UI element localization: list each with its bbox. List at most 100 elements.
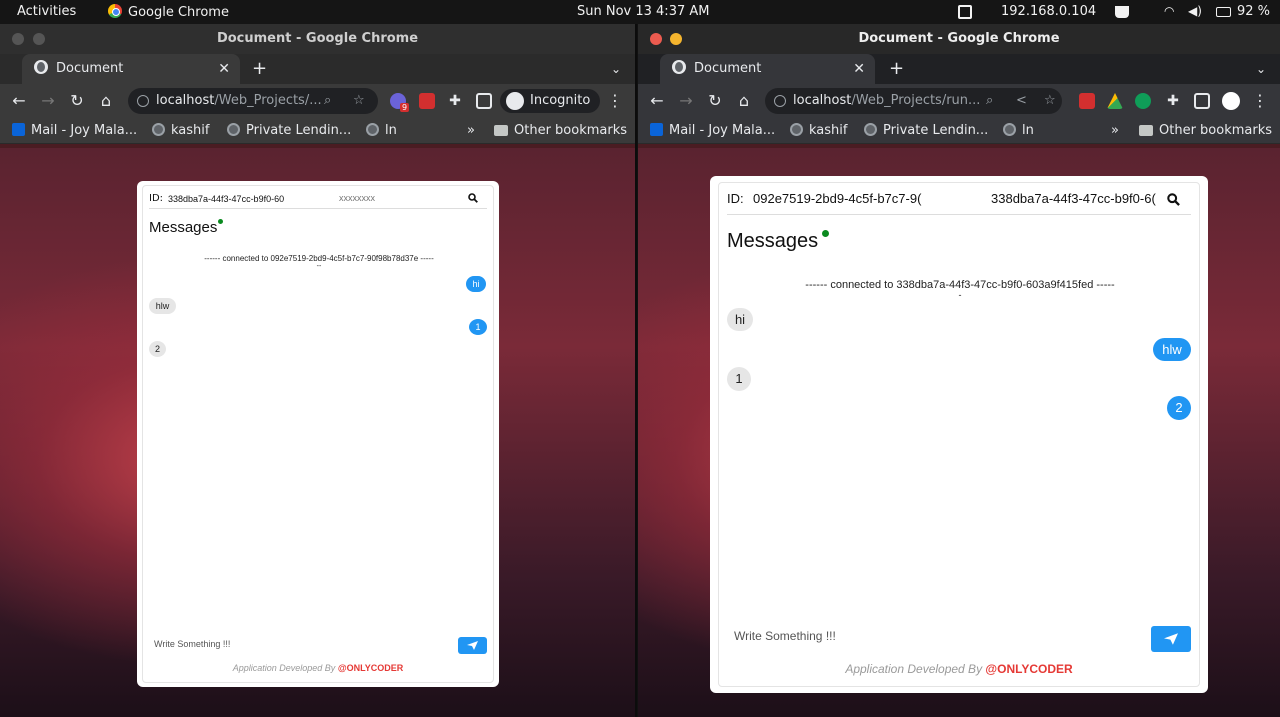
activities-button[interactable]: Activities [17, 4, 76, 19]
incognito-indicator[interactable]: Incognito [500, 89, 601, 113]
bookmark-kashif[interactable]: kashif [152, 123, 209, 138]
online-status-dot [218, 219, 223, 224]
search-icon[interactable] [468, 193, 478, 203]
my-peer-id[interactable]: 338dba7a-44f3-47cc-b9f0-60 [168, 194, 284, 204]
zoom-icon[interactable]: ⌕ [324, 88, 331, 114]
extension-icon-red[interactable] [419, 93, 435, 109]
page-viewport: ID: 092e7519-2bd9-4c5f-b7c7-9( Messages … [638, 148, 1280, 717]
other-bookmarks-label: Other bookmarks [1159, 123, 1273, 138]
footer-credit: Application Developed By [232, 663, 338, 673]
wifi-icon[interactable]: ◠ [1164, 4, 1174, 18]
reload-icon[interactable]: ↻ [66, 90, 88, 112]
my-peer-id[interactable]: 092e7519-2bd9-4c5f-b7c7-9( [753, 191, 923, 206]
forward-icon[interactable]: → [37, 90, 59, 112]
bookmark-ln[interactable]: ln [366, 123, 397, 138]
side-panel-icon[interactable] [476, 93, 492, 109]
globe-icon [34, 60, 48, 74]
home-icon[interactable]: ⌂ [733, 90, 755, 112]
bookmark-star-icon[interactable]: ☆ [353, 88, 365, 114]
extensions-puzzle-icon[interactable]: ✚ [444, 90, 466, 112]
paper-plane-icon [1164, 633, 1178, 645]
peer-id-input[interactable] [991, 188, 1163, 208]
tab-strip: Document ✕ + ⌄ [638, 54, 1280, 84]
search-icon[interactable] [1167, 193, 1180, 206]
minimize-window-button[interactable] [670, 33, 682, 45]
close-tab-icon[interactable]: ✕ [853, 54, 865, 84]
tab-search-chevron-icon[interactable]: ⌄ [611, 54, 621, 84]
clock[interactable]: Sun Nov 13 4:37 AM [577, 4, 709, 19]
send-button[interactable] [458, 637, 487, 654]
url-host: localhost [793, 93, 852, 108]
zoom-icon[interactable]: ⌕ [986, 88, 993, 114]
close-window-button[interactable] [650, 33, 662, 45]
message-bubble: 1 [469, 319, 487, 335]
extensions-puzzle-icon[interactable]: ✚ [1162, 90, 1184, 112]
tab-document[interactable]: Document ✕ [660, 54, 875, 84]
chrome-menu-icon[interactable]: ⋮ [1249, 90, 1271, 112]
bookmarks-overflow-button[interactable]: » [1111, 123, 1119, 138]
footer-brand[interactable]: @ONLYCODER [338, 663, 403, 673]
bookmark-private-lending[interactable]: Private Lendin... [227, 123, 351, 138]
reload-icon[interactable]: ↻ [704, 90, 726, 112]
other-bookmarks[interactable]: Other bookmarks [1139, 123, 1272, 138]
browser-toolbar: ← → ↻ ⌂ localhost/Web_Projects/... ⌕ ☆ 9… [0, 84, 635, 118]
bookmark-kashif[interactable]: kashif [790, 123, 847, 138]
battery-icon[interactable] [1216, 7, 1231, 17]
site-info-icon[interactable] [137, 95, 149, 107]
side-panel-icon[interactable] [1194, 93, 1210, 109]
bookmark-star-icon[interactable]: ☆ [1044, 88, 1056, 114]
bookmark-label: kashif [171, 123, 210, 138]
new-tab-button[interactable]: + [889, 54, 904, 84]
globe-icon [1003, 123, 1016, 136]
cpu-icon[interactable] [958, 5, 972, 19]
back-icon[interactable]: ← [646, 90, 668, 112]
address-bar[interactable]: localhost/Web_Projects/... ⌕ ☆ [128, 88, 378, 114]
site-info-icon[interactable] [774, 95, 786, 107]
globe-icon [366, 123, 379, 136]
back-icon[interactable]: ← [8, 90, 30, 112]
tab-search-chevron-icon[interactable]: ⌄ [1256, 54, 1266, 84]
peer-id-input[interactable] [339, 190, 459, 206]
profile-avatar[interactable] [1222, 92, 1240, 110]
window-title: Document - Google Chrome [858, 31, 1060, 46]
bookmarks-overflow-button[interactable]: » [467, 123, 475, 138]
send-button[interactable] [1151, 626, 1191, 652]
coffee-icon[interactable] [1115, 6, 1129, 18]
home-icon[interactable]: ⌂ [95, 90, 117, 112]
bookmark-mail[interactable]: Mail - Joy Mala... [650, 123, 775, 138]
other-bookmarks[interactable]: Other bookmarks [494, 123, 627, 138]
close-window-button[interactable] [12, 33, 24, 45]
share-icon[interactable]: < [1016, 88, 1027, 114]
extension-icon-red[interactable] [1079, 93, 1095, 109]
volume-icon[interactable]: ◀) [1188, 4, 1202, 18]
message-input[interactable] [734, 626, 1114, 646]
globe-icon [152, 123, 165, 136]
forward-icon[interactable]: → [675, 90, 697, 112]
extension-icon-green[interactable] [1135, 93, 1151, 109]
app-menu[interactable]: Google Chrome [108, 4, 229, 20]
paper-plane-icon [467, 641, 478, 650]
outlook-icon [12, 123, 25, 136]
globe-icon [790, 123, 803, 136]
chat-panel [718, 182, 1200, 687]
app-footer: Application Developed By @ONLYCODER [137, 663, 499, 673]
folder-icon [1139, 125, 1153, 136]
footer-brand[interactable]: @ONLYCODER [985, 662, 1072, 676]
bookmark-ln[interactable]: ln [1003, 123, 1034, 138]
window-titlebar[interactable]: Document - Google Chrome [638, 24, 1280, 54]
minimize-window-button[interactable] [33, 33, 45, 45]
message-bubble: 1 [727, 367, 751, 391]
ip-address: 192.168.0.104 [1001, 4, 1097, 19]
message-input[interactable] [154, 636, 424, 652]
bookmark-private-lending[interactable]: Private Lendin... [864, 123, 988, 138]
address-bar[interactable]: localhost/Web_Projects/run... ⌕ < ☆ [765, 88, 1062, 114]
bookmark-mail[interactable]: Mail - Joy Mala... [12, 123, 137, 138]
close-tab-icon[interactable]: ✕ [218, 54, 230, 84]
window-titlebar[interactable]: Document - Google Chrome [0, 24, 635, 54]
chrome-menu-icon[interactable]: ⋮ [604, 90, 626, 112]
new-tab-button[interactable]: + [252, 54, 267, 84]
right-browser-window: Document - Google Chrome Document ✕ + ⌄ … [637, 24, 1280, 717]
google-drive-icon[interactable] [1107, 93, 1123, 109]
tab-document[interactable]: Document ✕ [22, 54, 240, 84]
tab-label: Document [694, 61, 762, 76]
